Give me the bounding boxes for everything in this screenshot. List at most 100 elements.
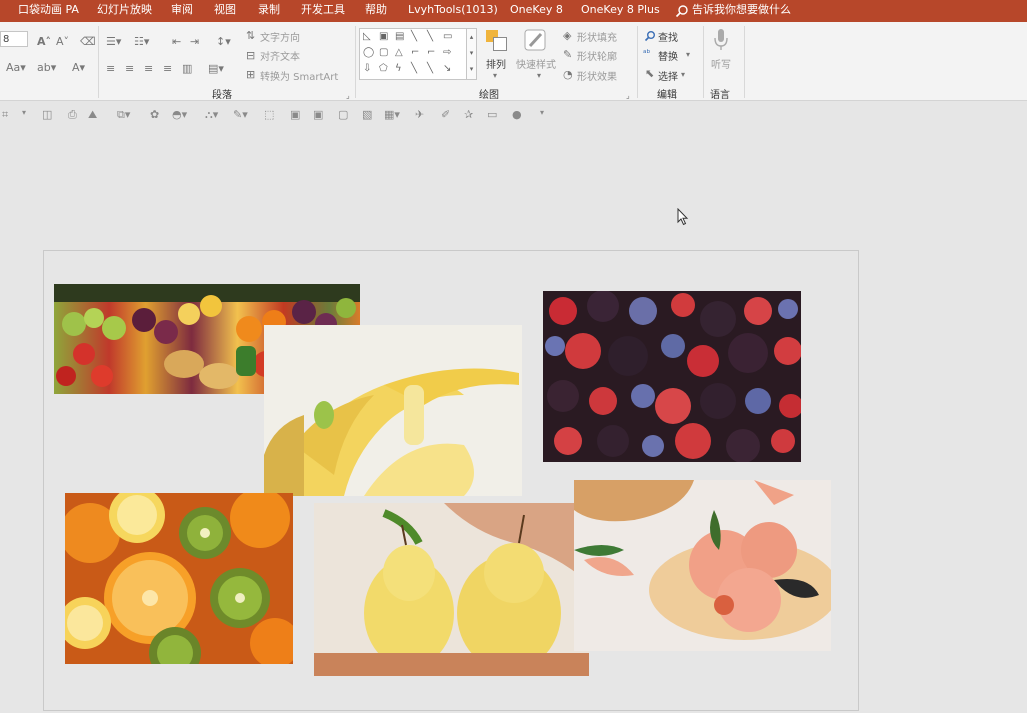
table-icon[interactable]: ▦▾ bbox=[384, 108, 400, 121]
tab-onekey8plus[interactable]: OneKey 8 Plus bbox=[581, 0, 660, 22]
paragraph-launcher-icon[interactable]: ⌟ bbox=[346, 90, 350, 101]
align-objects-icon[interactable]: ◫ bbox=[42, 108, 52, 121]
select-dropdown-icon[interactable]: ▾ bbox=[681, 69, 685, 80]
select-icon: ⬉ bbox=[645, 67, 655, 80]
citrus-kiwi-art bbox=[65, 493, 293, 664]
shape-fill-button[interactable]: 形状填充 bbox=[577, 29, 617, 44]
replace-dropdown-icon[interactable]: ▾ bbox=[686, 49, 690, 60]
font-color-icon[interactable]: A▾ bbox=[72, 62, 85, 73]
crop-dropdown-icon[interactable]: ▾ bbox=[22, 108, 26, 117]
align-right-icon[interactable]: ≡ bbox=[144, 63, 153, 74]
brush-icon[interactable]: ✐ bbox=[441, 108, 450, 121]
diag-line-icon[interactable]: ╲ bbox=[411, 32, 417, 42]
tab-slideshow[interactable]: 幻灯片放映 bbox=[97, 0, 152, 22]
pen-icon[interactable]: ✎▾ bbox=[233, 108, 248, 121]
triangle-shape-icon[interactable]: △ bbox=[395, 48, 403, 58]
send-backward-icon[interactable]: ▣ bbox=[313, 108, 323, 121]
rotate-icon[interactable]: ▢ bbox=[338, 108, 348, 121]
font-size-box[interactable]: 8 bbox=[0, 31, 28, 47]
tab-developer[interactable]: 开发工具 bbox=[301, 0, 345, 22]
paint-bucket-icon[interactable]: ⛬▾ bbox=[205, 108, 218, 122]
shape-effects-button[interactable]: 形状效果 bbox=[577, 68, 617, 83]
pentagon-shape-icon[interactable]: ⬠ bbox=[379, 64, 388, 74]
oval-shape-icon[interactable]: ◯ bbox=[363, 48, 374, 58]
tab-help[interactable]: 帮助 bbox=[365, 0, 387, 22]
elbow-arrow-icon[interactable]: ⌐ bbox=[427, 48, 435, 58]
group-objects-icon[interactable]: ⧉▾ bbox=[117, 108, 130, 122]
arrange-dropdown-icon[interactable]: ▾ bbox=[493, 70, 497, 81]
select-pane-icon[interactable]: ⬚ bbox=[264, 108, 274, 121]
tab-review[interactable]: 审阅 bbox=[171, 0, 193, 22]
down-arrow-shape-icon[interactable]: ⇩ bbox=[363, 64, 371, 74]
tab-onekey8[interactable]: OneKey 8 bbox=[510, 0, 563, 22]
picture-tools-icon[interactable]: ⛰ bbox=[88, 108, 97, 122]
line2-shape-icon[interactable]: ╲ bbox=[411, 64, 417, 74]
drawing-group-label: 绘图 bbox=[479, 90, 499, 101]
rounded-rect-icon[interactable]: ▢ bbox=[379, 48, 388, 58]
drawing-launcher-icon[interactable]: ⌟ bbox=[626, 90, 630, 101]
print-icon[interactable]: ⎙ bbox=[68, 108, 77, 122]
align-left-icon[interactable]: ≡ bbox=[106, 63, 115, 74]
slide-canvas[interactable] bbox=[43, 250, 859, 711]
right-arrow-shape-icon[interactable]: ⇨ bbox=[443, 48, 451, 58]
elbow-connector-icon[interactable]: ⌐ bbox=[411, 48, 419, 58]
arrange-button[interactable]: 排列 bbox=[486, 56, 506, 71]
tab-view[interactable]: 视图 bbox=[214, 0, 236, 22]
columns-icon[interactable]: ▤▾ bbox=[208, 63, 224, 74]
decrease-indent-icon[interactable]: ⇤ bbox=[172, 36, 181, 47]
freeform-icon[interactable]: ϟ bbox=[395, 64, 402, 74]
line3-shape-icon[interactable]: ╲ bbox=[427, 64, 433, 74]
shape-outline-button[interactable]: 形状轮廓 bbox=[577, 48, 617, 63]
citrus-kiwi-photo[interactable] bbox=[65, 493, 293, 664]
bring-forward-icon[interactable]: ▣ bbox=[290, 108, 300, 121]
clear-format-icon[interactable]: ⌫ bbox=[80, 36, 96, 47]
grow-font-icon[interactable]: A˄ bbox=[37, 36, 51, 47]
eraser-icon[interactable]: ◓▾ bbox=[172, 108, 187, 121]
text-case-icon[interactable]: Aa▾ bbox=[6, 62, 26, 73]
distributed-icon[interactable]: ▥ bbox=[182, 63, 192, 74]
textbox-shape-icon[interactable]: ▣ bbox=[379, 32, 388, 42]
pears-photo[interactable] bbox=[314, 503, 589, 676]
convert-smartart-button[interactable]: 转换为 SmartArt bbox=[260, 68, 338, 83]
quick-styles-button[interactable]: 快速样式 bbox=[516, 56, 556, 71]
peaches-photo[interactable] bbox=[574, 480, 831, 651]
justify-icon[interactable]: ≡ bbox=[163, 63, 172, 74]
align-text-button[interactable]: 对齐文本 bbox=[260, 48, 300, 63]
tab-record[interactable]: 录制 bbox=[258, 0, 280, 22]
text-direction-button[interactable]: 文字方向 bbox=[260, 29, 300, 44]
vtextbox-shape-icon[interactable]: ▤ bbox=[395, 32, 404, 42]
star-icon[interactable]: ✰ bbox=[464, 108, 473, 121]
customize-qat-icon[interactable]: ▾ bbox=[540, 108, 544, 117]
find-button[interactable]: 查找 bbox=[658, 29, 678, 44]
replace-icon: ᵃᵇ bbox=[643, 49, 651, 59]
quick-styles-dropdown-icon[interactable]: ▾ bbox=[537, 70, 541, 81]
circle-icon[interactable]: ● bbox=[512, 108, 522, 121]
numbering-icon[interactable]: ☷▾ bbox=[134, 36, 149, 47]
increase-indent-icon[interactable]: ⇥ bbox=[190, 36, 199, 47]
shapes-gallery[interactable]: ◺ ▣ ▤ ╲ ╲ ▭ ◯ ▢ △ ⌐ ⌐ ⇨ ⇩ ⬠ ϟ ╲ ╲ ↘ bbox=[359, 28, 467, 80]
shrink-font-icon[interactable]: A˅ bbox=[56, 36, 69, 47]
berries-photo[interactable] bbox=[543, 291, 801, 462]
shapes-gallery-scroll[interactable]: ▴ ▾ ▾ bbox=[466, 28, 477, 80]
tab-pocket-animation[interactable]: 口袋动画 PA bbox=[18, 0, 79, 22]
rect-shape-icon[interactable]: ▭ bbox=[443, 32, 452, 42]
bullets-icon[interactable]: ☰▾ bbox=[106, 36, 121, 47]
arrow-line-icon[interactable]: ╲ bbox=[427, 32, 433, 42]
copy-format-icon[interactable]: ▧ bbox=[362, 108, 372, 121]
highlight-icon[interactable]: ab▾ bbox=[37, 62, 56, 73]
recolor-icon[interactable]: ✿ bbox=[150, 108, 159, 121]
select-button[interactable]: 选择 bbox=[658, 68, 678, 83]
line-shape-icon[interactable]: ◺ bbox=[363, 32, 371, 42]
align-center-icon[interactable]: ≡ bbox=[125, 63, 134, 74]
arrow3-shape-icon[interactable]: ↘ bbox=[443, 64, 451, 74]
dictate-button[interactable]: 听写 bbox=[711, 56, 731, 71]
replace-button[interactable]: 替换 bbox=[658, 48, 678, 63]
line-spacing-icon[interactable]: ↕▾ bbox=[216, 36, 231, 47]
banana-photo[interactable] bbox=[264, 325, 522, 496]
menu-bar: 口袋动画 PA 幻灯片放映 审阅 视图 录制 开发工具 帮助 LvyhTools… bbox=[0, 0, 1027, 22]
monitor-icon[interactable]: ▭ bbox=[487, 108, 497, 121]
tell-me-input[interactable]: 告诉我你想要做什么 bbox=[692, 0, 791, 22]
tab-lvyhtools[interactable]: LvyhTools(1013) bbox=[408, 0, 498, 22]
crop-icon[interactable]: ⌗ bbox=[2, 108, 8, 122]
animation-icon[interactable]: ✈ bbox=[415, 108, 424, 121]
